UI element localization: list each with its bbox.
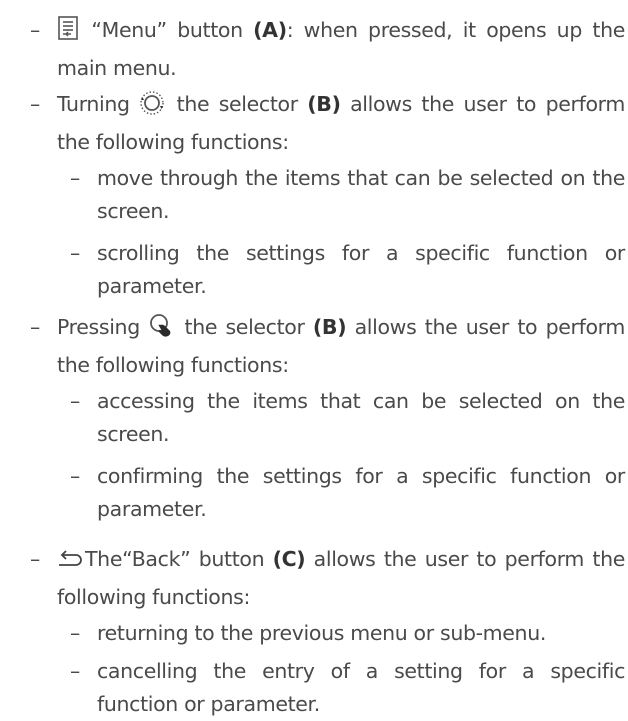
subitem-text: scrolling the settings for a specific fu…	[97, 241, 625, 298]
list-item: – accessing the items that can be select…	[70, 385, 625, 451]
list-item: – confirming the settings for a specific…	[70, 460, 625, 526]
dash-marker: –	[30, 18, 40, 42]
bullet-pressing-selector: – Pressing the selector (B) allows the u…	[30, 311, 625, 382]
bullet-turning-selector: – Turning the selector (B) allows the us…	[30, 88, 625, 159]
subitem-text: returning to the previous menu or sub-me…	[97, 621, 547, 645]
back-text-pre: The“Back” button	[85, 547, 273, 571]
ref-c: (C)	[272, 547, 306, 571]
turning-text-pre: Turning	[57, 92, 140, 116]
dash-marker: –	[70, 659, 80, 683]
turning-text-mid: the selector	[167, 92, 308, 116]
list-item: – scrolling the settings for a specific …	[70, 237, 625, 303]
list-item: – returning to the previous menu or sub-…	[70, 617, 625, 650]
rotate-selector-icon	[139, 90, 165, 126]
dash-marker: –	[70, 621, 80, 645]
pressing-text-pre: Pressing	[57, 315, 149, 339]
ref-b: (B)	[307, 92, 341, 116]
dash-marker: –	[70, 241, 80, 265]
subitem-text: confirming the settings for a specific f…	[97, 464, 625, 521]
bullet-back-button: – The“Back” button (C) allows the user t…	[30, 543, 625, 614]
dash-marker: –	[30, 92, 40, 116]
dash-marker: –	[70, 166, 80, 190]
pressing-text-mid: the selector	[176, 315, 313, 339]
bullet-menu-button: – “Menu” button (A): when pressed, it op…	[30, 14, 625, 85]
subitem-text: cancelling the entry of a setting for a …	[97, 659, 625, 716]
list-item: – move through the items that can be sel…	[70, 162, 625, 228]
dash-marker: –	[30, 547, 40, 571]
ref-b: (B)	[312, 315, 347, 339]
subitem-text: accessing the items that can be selected…	[97, 389, 625, 446]
list-item: – cancelling the entry of a setting for …	[70, 655, 625, 721]
subitem-text: move through the items that can be selec…	[97, 166, 625, 223]
ref-a: (A)	[253, 18, 287, 42]
dash-marker: –	[70, 464, 80, 488]
dash-marker: –	[70, 389, 80, 413]
menu-text-pre: “Menu” button	[81, 18, 254, 42]
dash-marker: –	[30, 315, 40, 339]
menu-list-icon	[57, 16, 79, 52]
back-arrow-icon	[57, 548, 83, 581]
instruction-document: – “Menu” button (A): when pressed, it op…	[0, 0, 628, 716]
press-selector-icon	[148, 313, 174, 349]
